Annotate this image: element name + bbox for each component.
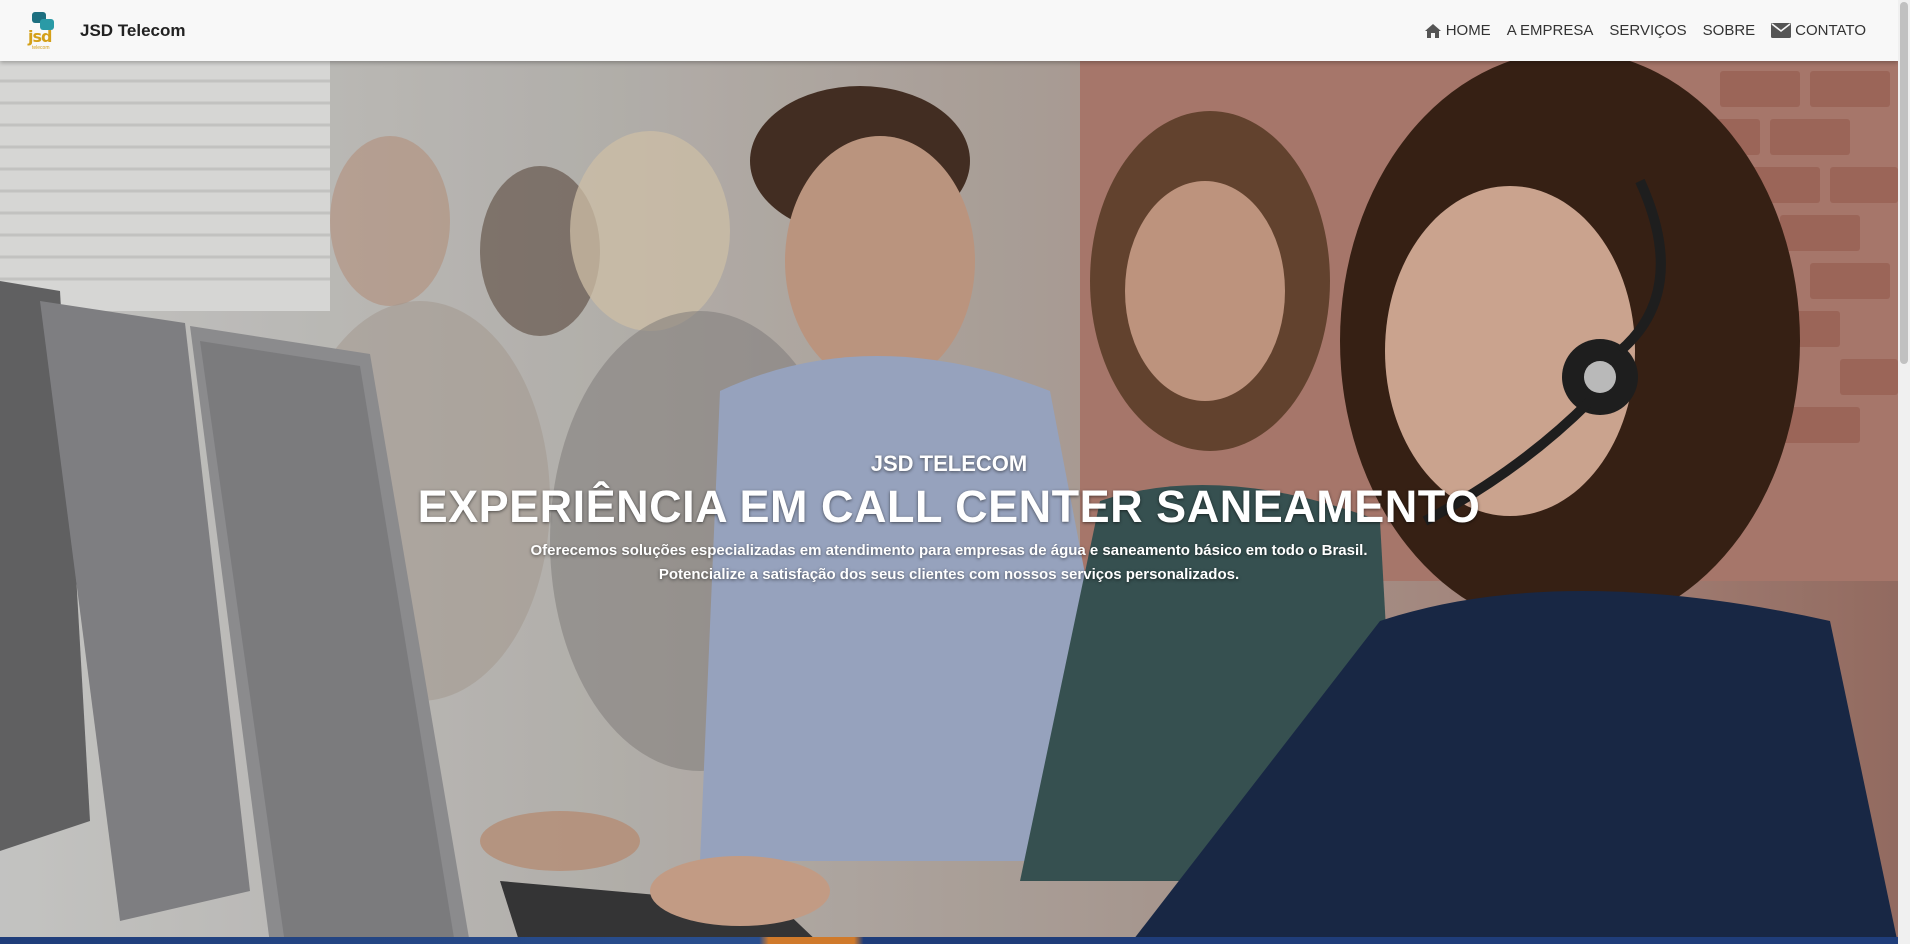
nav-sobre[interactable]: SOBRE: [1703, 22, 1756, 39]
scrollbar-thumb[interactable]: [1900, 2, 1908, 364]
hero-description-line2: Potencialize a satisfação dos seus clien…: [658, 566, 1240, 583]
nav-home[interactable]: HOME: [1424, 22, 1491, 39]
envelope-icon: [1771, 23, 1792, 38]
brand-link[interactable]: jsd telecom JSD Telecom: [28, 11, 186, 51]
top-navbar: jsd telecom JSD Telecom HOME A EMPRESA S…: [0, 0, 1898, 61]
nav-a-empresa-label: A EMPRESA: [1506, 22, 1594, 39]
nav-a-empresa[interactable]: A EMPRESA: [1507, 22, 1594, 39]
hero-content: JSD TELECOM EXPERIÊNCIA EM CALL CENTER S…: [0, 451, 1898, 587]
hero-title: EXPERIÊNCIA EM CALL CENTER SANEAMENTO: [417, 481, 1481, 532]
hero-section: JSD TELECOM EXPERIÊNCIA EM CALL CENTER S…: [0, 61, 1898, 944]
hero-eyebrow: JSD TELECOM: [870, 451, 1028, 476]
company-logo: jsd telecom: [28, 11, 60, 51]
nav-home-label: HOME: [1445, 22, 1491, 39]
logo-wordmark: jsd: [28, 26, 52, 46]
nav-sobre-label: SOBRE: [1702, 22, 1756, 39]
brand-name: JSD Telecom: [80, 20, 186, 40]
nav-contato-label: CONTATO: [1795, 22, 1866, 39]
nav-contato[interactable]: CONTATO: [1771, 22, 1866, 39]
nav-servicos[interactable]: SERVIÇOS: [1609, 22, 1686, 39]
page: jsd telecom JSD Telecom HOME A EMPRESA S…: [0, 0, 1910, 944]
logo-subtext: telecom: [32, 44, 50, 51]
main-nav: HOME A EMPRESA SERVIÇOS SOBRE CONTATO: [1408, 0, 1866, 61]
hero-description-line1: Oferecemos soluções especializadas em at…: [530, 542, 1368, 559]
home-icon: [1424, 23, 1441, 38]
vertical-scrollbar[interactable]: [1898, 0, 1910, 944]
bottom-edge-strip: [0, 937, 1898, 944]
nav-servicos-label: SERVIÇOS: [1609, 22, 1687, 39]
